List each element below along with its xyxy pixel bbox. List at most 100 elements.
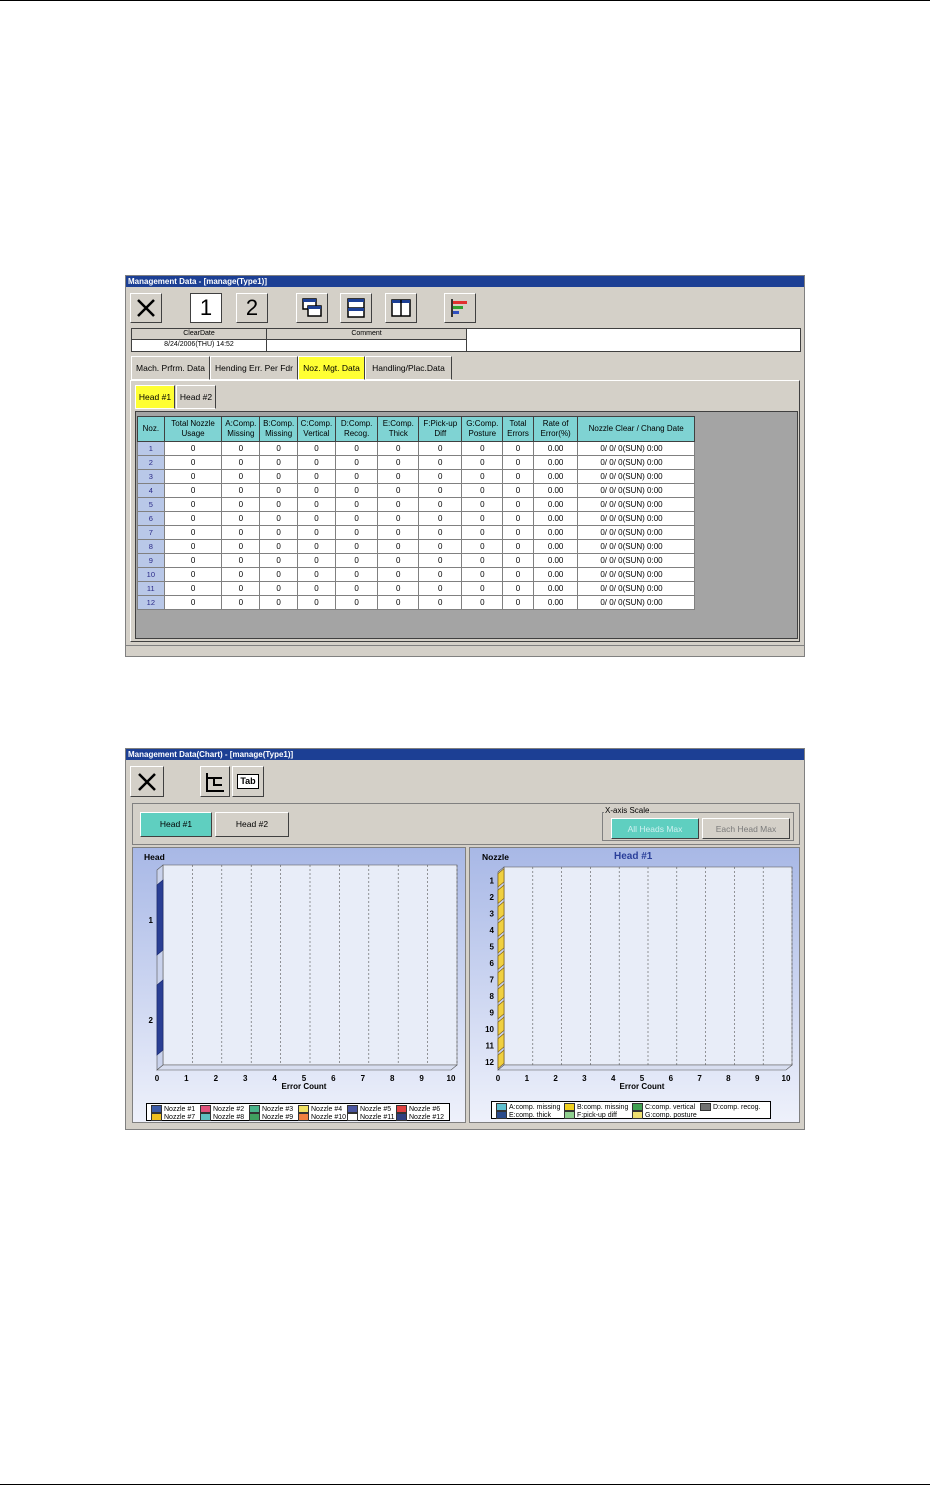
column-header[interactable]: B:Comp. Missing — [259, 416, 299, 442]
table-cell: 0/ 0/ 0(SUN) 0:00 — [577, 595, 695, 610]
table-cell: 0 — [461, 497, 504, 512]
nozzle-number-cell: 4 — [137, 483, 165, 498]
column-header[interactable]: Total Nozzle Usage — [163, 416, 223, 442]
table-row[interactable]: 11 0 0 0 0 0 0 0 0 0 0.00 0/ 0/ 0(SUN) 0:00 — [137, 581, 695, 596]
table-cell: 0 — [163, 469, 223, 484]
nozzle-number-cell: 8 — [137, 539, 165, 554]
y-tick-label: 12 — [485, 1058, 494, 1067]
table-cell: 0 — [461, 441, 504, 456]
table-cell: 0.00 — [532, 455, 579, 470]
legend-swatch — [564, 1103, 575, 1111]
status-bar — [126, 645, 804, 656]
nozzle-number-cell: 5 — [137, 497, 165, 512]
table-cell: 0 — [334, 483, 379, 498]
table-row[interactable]: 5 0 0 0 0 0 0 0 0 0 0.00 0/ 0/ 0(SUN) 0:00 — [137, 497, 695, 512]
table-cell: 0 — [502, 539, 534, 554]
table-cell: 0 — [502, 497, 534, 512]
legend-swatch — [298, 1113, 309, 1121]
close-icon — [137, 299, 155, 317]
head-1-button[interactable]: Head #1 — [140, 812, 212, 837]
table-cell: 0 — [259, 581, 299, 596]
column-header[interactable]: A:Comp. Missing — [221, 416, 261, 442]
table-cell: 0 — [334, 511, 379, 526]
table-cell: 0 — [163, 595, 223, 610]
tab-handling-plac-data[interactable]: Handling/Plac.Data — [365, 356, 452, 380]
table-cell: 0 — [163, 441, 223, 456]
chart-close-button[interactable] — [130, 766, 164, 797]
all-heads-max-button[interactable]: All Heads Max — [611, 818, 699, 839]
table-cell: 0 — [334, 553, 379, 568]
table-row[interactable]: 4 0 0 0 0 0 0 0 0 0 0.00 0/ 0/ 0(SUN) 0:00 — [137, 483, 695, 498]
column-header[interactable]: Noz. — [137, 416, 165, 442]
table-cell: 0 — [297, 525, 336, 540]
legend-item: Nozzle #9 — [249, 1113, 293, 1121]
table-row[interactable]: 9 0 0 0 0 0 0 0 0 0 0.00 0/ 0/ 0(SUN) 0:00 — [137, 553, 695, 568]
table-cell: 0 — [418, 581, 463, 596]
table-cell: 0 — [377, 511, 420, 526]
table-row[interactable]: 6 0 0 0 0 0 0 0 0 0 0.00 0/ 0/ 0(SUN) 0:00 — [137, 511, 695, 526]
legend-label: D:comp. recog. — [713, 1103, 761, 1111]
table-cell: 0/ 0/ 0(SUN) 0:00 — [577, 483, 695, 498]
column-header[interactable]: E:Comp. Thick — [377, 416, 420, 442]
tile-horizontal-button[interactable] — [340, 293, 372, 323]
table-row[interactable]: 3 0 0 0 0 0 0 0 0 0 0.00 0/ 0/ 0(SUN) 0:00 — [137, 469, 695, 484]
column-header[interactable]: Nozzle Clear / Chang Date — [577, 416, 695, 442]
bar — [156, 879, 164, 956]
bottom-rule — [0, 1484, 930, 1485]
table-row[interactable]: 7 0 0 0 0 0 0 0 0 0 0.00 0/ 0/ 0(SUN) 0:00 — [137, 525, 695, 540]
x-axis-scale-label: X-axis Scale — [604, 806, 651, 815]
y-tick-label: 7 — [490, 975, 495, 984]
column-header[interactable]: C:Comp. Vertical — [297, 416, 336, 442]
tab-noz-mgt-data[interactable]: Noz. Mgt. Data — [298, 356, 365, 380]
table-row[interactable]: 1 0 0 0 0 0 0 0 0 0 0.00 0/ 0/ 0(SUN) 0:00 — [137, 441, 695, 456]
tab-head-1[interactable]: Head #1 — [135, 385, 175, 409]
x-tick-label: 0 — [155, 1074, 160, 1083]
tab-mach-prfrm-data[interactable]: Mach. Prfrm. Data — [131, 356, 210, 380]
legend-label: A:comp. missing — [509, 1103, 561, 1111]
head-2-button[interactable]: Head #2 — [215, 812, 289, 837]
tab-head-2[interactable]: Head #2 — [176, 385, 216, 409]
tile-vertical-button[interactable] — [385, 293, 417, 323]
legend-label: Nozzle #11 — [360, 1113, 395, 1121]
table-cell: 0/ 0/ 0(SUN) 0:00 — [577, 469, 695, 484]
table-row[interactable]: 8 0 0 0 0 0 0 0 0 0 0.00 0/ 0/ 0(SUN) 0:00 — [137, 539, 695, 554]
close-button[interactable] — [130, 293, 162, 323]
column-header[interactable]: Rate of Error(%) — [532, 416, 579, 442]
legend-label: B:comp. missing — [577, 1103, 629, 1111]
legend-label: E:comp. thick — [509, 1111, 552, 1119]
column-header[interactable]: F:Pick-up Diff — [418, 416, 463, 442]
column-header[interactable]: G:Comp. Posture — [461, 416, 504, 442]
x-tick-label: 7 — [361, 1074, 366, 1083]
table-cell: 0 — [502, 511, 534, 526]
x-tick-label: 8 — [726, 1074, 731, 1083]
chart-view-button[interactable] — [444, 293, 476, 323]
table-row[interactable]: 10 0 0 0 0 0 0 0 0 0 0.00 0/ 0/ 0(SUN) 0:00 — [137, 567, 695, 582]
table-row[interactable]: 2 0 0 0 0 0 0 0 0 0 0.00 0/ 0/ 0(SUN) 0:00 — [137, 455, 695, 470]
table-cell: 0 — [418, 553, 463, 568]
table-cell: 0 — [377, 441, 420, 456]
table-cell: 0.00 — [532, 581, 579, 596]
management-data-chart-window: Management Data(Chart) - [manage(Type1)]… — [125, 748, 805, 1130]
table-row[interactable]: 12 0 0 0 0 0 0 0 0 0 0.00 0/ 0/ 0(SUN) 0:00 — [137, 595, 695, 610]
table-cell: 0 — [221, 497, 261, 512]
tab-hending-err-per-fdr[interactable]: Hending Err. Per Fdr — [210, 356, 298, 380]
nozzle-number-cell: 1 — [137, 441, 165, 456]
nozzle-chart-legend: A:comp. missing B:comp. missing C:comp. ve… — [491, 1101, 771, 1119]
legend-item: Nozzle #6 — [396, 1105, 440, 1113]
tree-view-button[interactable] — [200, 766, 230, 797]
head-chart-panel: Head 0 1 2 3 4 5 6 7 8 9 10 Error Count 1 2 Nozzle #1… — [132, 847, 466, 1123]
column-header[interactable]: D:Comp. Recog. — [334, 416, 379, 442]
tab-view-button[interactable]: Tab — [232, 766, 264, 797]
y-tick-label: 10 — [485, 1025, 494, 1034]
each-head-max-button[interactable]: Each Head Max — [702, 818, 790, 839]
head-1-view-button[interactable]: 1 — [190, 293, 222, 323]
comment-field[interactable] — [267, 340, 467, 351]
cascade-windows-button[interactable] — [296, 293, 328, 323]
legend-item: Nozzle #5 — [347, 1105, 391, 1113]
x-tick-label: 2 — [214, 1074, 219, 1083]
table-cell: 0 — [163, 525, 223, 540]
x-tick-label: 8 — [390, 1074, 395, 1083]
head-2-view-button[interactable]: 2 — [236, 293, 268, 323]
table-cell: 0 — [377, 567, 420, 582]
column-header[interactable]: Total Errors — [502, 416, 534, 442]
